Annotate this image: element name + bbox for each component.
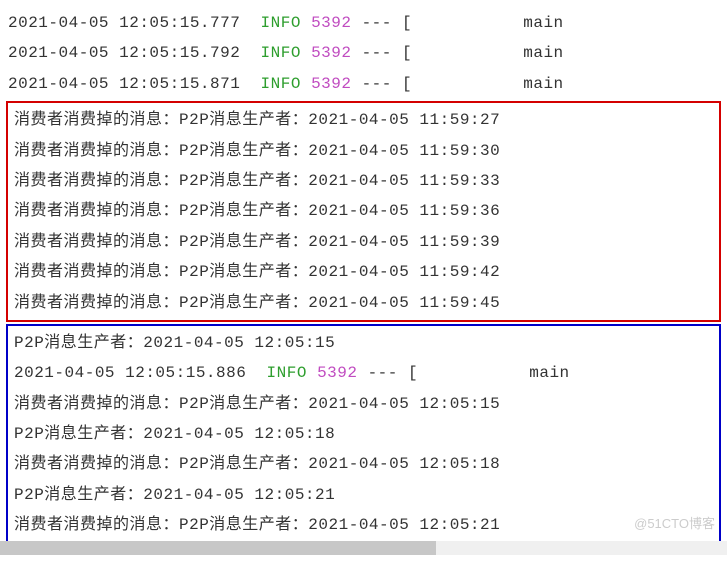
bracket: [ — [402, 44, 412, 62]
dashes: --- — [362, 14, 392, 32]
process-id: 5392 — [311, 75, 351, 93]
thread-name: main — [523, 14, 563, 32]
consumer-message: 消费者消费掉的消息：P2P消息生产者：2021-04-05 11:59:36 — [8, 196, 719, 226]
producer-message: P2P消息生产者：2021-04-05 12:05:15 — [8, 328, 719, 358]
consumer-message: 消费者消费掉的消息：P2P消息生产者：2021-04-05 11:59:30 — [8, 136, 719, 166]
bracket: [ — [408, 364, 418, 382]
process-id: 5392 — [311, 14, 351, 32]
timestamp: 2021-04-05 12:05:15.871 — [8, 75, 240, 93]
consumer-message: 消费者消费掉的消息：P2P消息生产者：2021-04-05 11:59:27 — [8, 105, 719, 135]
consumer-message: 消费者消费掉的消息：P2P消息生产者：2021-04-05 11:59:42 — [8, 257, 719, 287]
producer-message: P2P消息生产者：2021-04-05 12:05:18 — [8, 419, 719, 449]
blue-highlight-box: P2P消息生产者：2021-04-05 12:05:15 2021-04-05 … — [6, 324, 721, 545]
consumer-message: 消费者消费掉的消息：P2P消息生产者：2021-04-05 12:05:21 — [8, 510, 719, 540]
horizontal-scrollbar[interactable] — [0, 541, 727, 555]
consumer-message: 消费者消费掉的消息：P2P消息生产者：2021-04-05 11:59:39 — [8, 227, 719, 257]
thread-name: main — [523, 44, 563, 62]
thread-name: main — [523, 75, 563, 93]
log-level: INFO — [267, 364, 307, 382]
dashes: --- — [362, 75, 392, 93]
red-highlight-box: 消费者消费掉的消息：P2P消息生产者：2021-04-05 11:59:27 消… — [6, 101, 721, 322]
log-level: INFO — [261, 44, 301, 62]
dashes: --- — [362, 44, 392, 62]
process-id: 5392 — [311, 44, 351, 62]
consumer-message: 消费者消费掉的消息：P2P消息生产者：2021-04-05 11:59:45 — [8, 288, 719, 318]
log-line: 2021-04-05 12:05:15.777 INFO 5392 --- [ … — [2, 8, 725, 38]
timestamp: 2021-04-05 12:05:15.792 — [8, 44, 240, 62]
log-line: 2021-04-05 12:05:15.792 INFO 5392 --- [ … — [2, 38, 725, 68]
log-line: 2021-04-05 12:05:15.871 INFO 5392 --- [ … — [2, 69, 725, 99]
process-id: 5392 — [317, 364, 357, 382]
log-level: INFO — [261, 75, 301, 93]
log-level: INFO — [261, 14, 301, 32]
log-line: 2021-04-05 12:05:15.886 INFO 5392 --- [ … — [8, 358, 719, 388]
watermark: @51CTO博客 — [634, 512, 715, 537]
timestamp: 2021-04-05 12:05:15.777 — [8, 14, 240, 32]
dashes: --- — [368, 364, 398, 382]
consumer-message: 消费者消费掉的消息：P2P消息生产者：2021-04-05 12:05:18 — [8, 449, 719, 479]
timestamp: 2021-04-05 12:05:15.886 — [14, 364, 246, 382]
consumer-message: 消费者消费掉的消息：P2P消息生产者：2021-04-05 12:05:15 — [8, 389, 719, 419]
scrollbar-thumb[interactable] — [0, 541, 436, 555]
bracket: [ — [402, 14, 412, 32]
consumer-message: 消费者消费掉的消息：P2P消息生产者：2021-04-05 11:59:33 — [8, 166, 719, 196]
bracket: [ — [402, 75, 412, 93]
thread-name: main — [529, 364, 569, 382]
console-output: 2021-04-05 12:05:15.777 INFO 5392 --- [ … — [2, 8, 725, 545]
producer-message: P2P消息生产者：2021-04-05 12:05:21 — [8, 480, 719, 510]
